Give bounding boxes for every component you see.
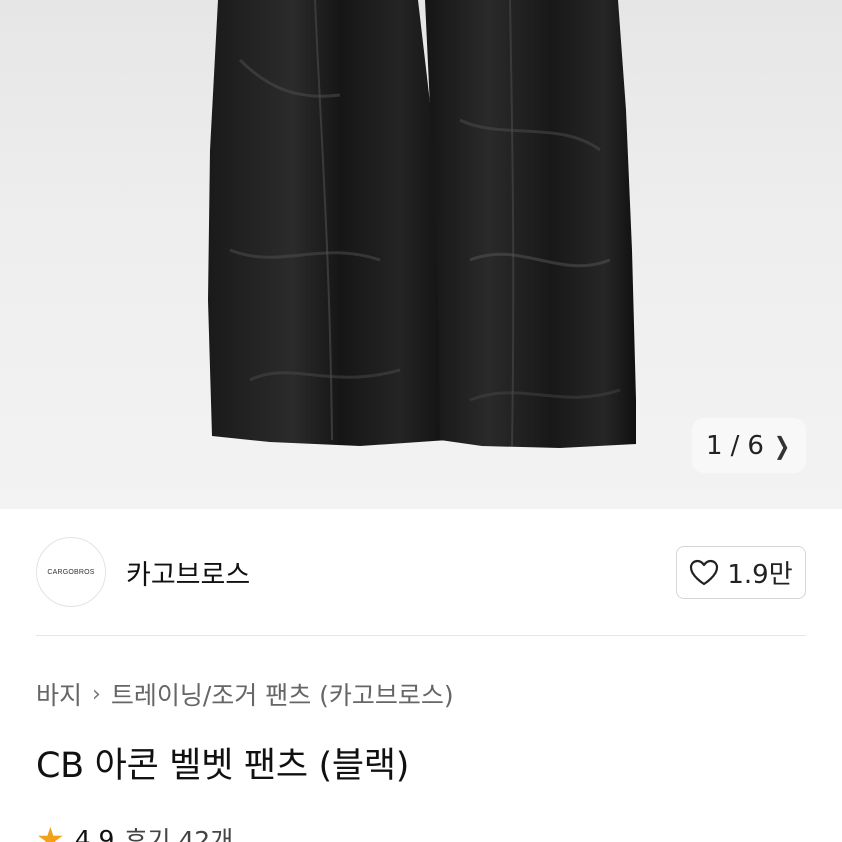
like-count: 1.9만 [727, 560, 793, 590]
pager-current: 1 [706, 430, 723, 461]
seller-name[interactable]: 카고브로스 [126, 553, 250, 592]
seller-row[interactable]: CARGOBROS 카고브로스 1.9만 [36, 537, 806, 607]
chevron-right-icon: › [92, 681, 101, 707]
heart-icon [690, 559, 719, 586]
like-button[interactable]: 1.9만 [676, 546, 806, 599]
chevron-right-icon[interactable]: ❯ [774, 432, 790, 460]
breadcrumb-item-subcategory[interactable]: 트레이닝/조거 팬츠 (카고브로스) [111, 676, 454, 712]
breadcrumb-item-category[interactable]: 바지 [36, 676, 82, 712]
rating-score: 4.9 [74, 824, 115, 842]
rating-row[interactable]: ★ 4.9 후기 42개 [36, 820, 233, 842]
seller-logo-text: CARGOBROS [47, 568, 95, 576]
breadcrumb: 바지 › 트레이닝/조거 팬츠 (카고브로스) [36, 676, 454, 712]
product-title: CB 아콘 벨벳 팬츠 (블랙) [36, 746, 410, 786]
product-image-gallery[interactable]: 1 / 6 ❯ [0, 0, 842, 509]
pager-separator: / [730, 430, 740, 461]
star-icon: ★ [36, 820, 65, 842]
review-count[interactable]: 후기 42개 [124, 821, 233, 842]
pager-total: 6 [747, 430, 764, 461]
image-pager[interactable]: 1 / 6 ❯ [692, 418, 806, 473]
divider [36, 635, 806, 636]
seller-avatar[interactable]: CARGOBROS [36, 537, 106, 607]
